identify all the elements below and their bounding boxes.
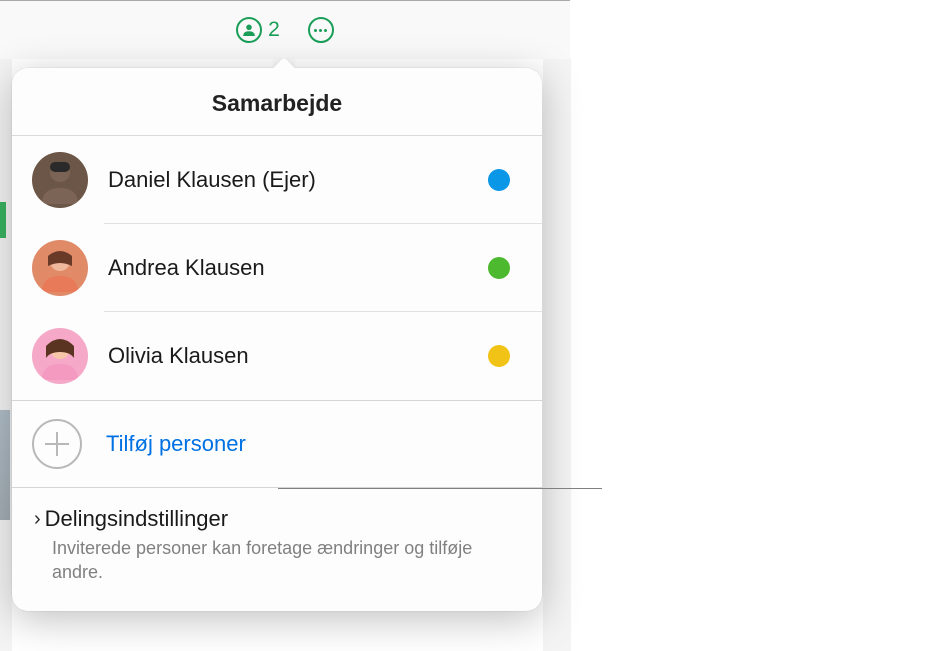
background-artifact xyxy=(0,58,12,651)
more-icon xyxy=(308,17,334,43)
status-dot xyxy=(488,257,510,279)
participant-count: 2 xyxy=(268,18,280,42)
toolbar: 2 xyxy=(0,0,570,59)
popover-title: Samarbejde xyxy=(12,68,542,136)
more-button[interactable] xyxy=(308,17,334,43)
popover-arrow xyxy=(273,58,295,69)
participant-row[interactable]: Andrea Klausen xyxy=(12,224,542,312)
background-artifact xyxy=(0,202,6,238)
person-icon xyxy=(236,17,262,43)
participant-name: Andrea Klausen xyxy=(108,255,488,281)
participant-list: Daniel Klausen (Ejer) Andrea Klausen Oli… xyxy=(12,136,542,400)
plus-icon xyxy=(32,419,82,469)
share-settings-button[interactable]: › Delingsindstillinger Inviterede person… xyxy=(12,488,542,611)
add-people-label: Tilføj personer xyxy=(106,431,246,457)
share-settings-subtitle: Inviterede personer kan foretage ændring… xyxy=(52,536,520,585)
participant-row[interactable]: Daniel Klausen (Ejer) xyxy=(12,136,542,224)
avatar xyxy=(32,328,88,384)
share-settings-title: Delingsindstillinger xyxy=(45,506,228,532)
status-dot xyxy=(488,169,510,191)
background-artifact xyxy=(543,58,571,651)
avatar xyxy=(32,152,88,208)
collaboration-popover: Samarbejde Daniel Klausen (Ejer) Andrea … xyxy=(12,68,542,611)
chevron-right-icon: › xyxy=(34,509,41,529)
participant-row[interactable]: Olivia Klausen xyxy=(12,312,542,400)
add-people-button[interactable]: Tilføj personer xyxy=(12,400,542,488)
avatar xyxy=(32,240,88,296)
collaboration-button[interactable]: 2 xyxy=(236,17,280,43)
participant-name: Daniel Klausen (Ejer) xyxy=(108,167,488,193)
status-dot xyxy=(488,345,510,367)
participant-name: Olivia Klausen xyxy=(108,343,488,369)
callout-line xyxy=(278,488,602,489)
background-artifact xyxy=(0,410,10,520)
